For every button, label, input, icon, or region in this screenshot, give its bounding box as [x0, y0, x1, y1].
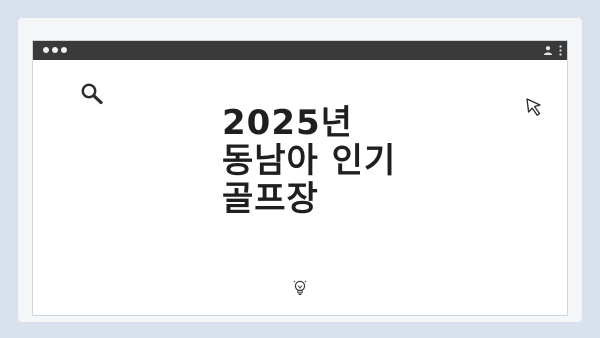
title-line-2: 동남아 인기 — [222, 141, 397, 181]
search-icon — [81, 83, 103, 105]
cursor-icon — [526, 98, 541, 116]
slide-canvas: 2025년 동남아 인기 골프장 — [0, 0, 600, 338]
user-icon[interactable] — [543, 45, 553, 55]
window-controls — [43, 47, 67, 53]
more-vertical-icon[interactable] — [559, 45, 562, 56]
window-dot-minimize[interactable] — [52, 47, 58, 53]
slide-title: 2025년 동남아 인기 골프장 — [222, 104, 462, 218]
window-titlebar — [33, 41, 567, 60]
title-line-1: 2025년 — [222, 103, 353, 143]
window-dot-close[interactable] — [43, 47, 49, 53]
window-dot-maximize[interactable] — [61, 47, 67, 53]
lightbulb-icon — [293, 280, 307, 296]
title-line-3: 골프장 — [222, 179, 319, 219]
